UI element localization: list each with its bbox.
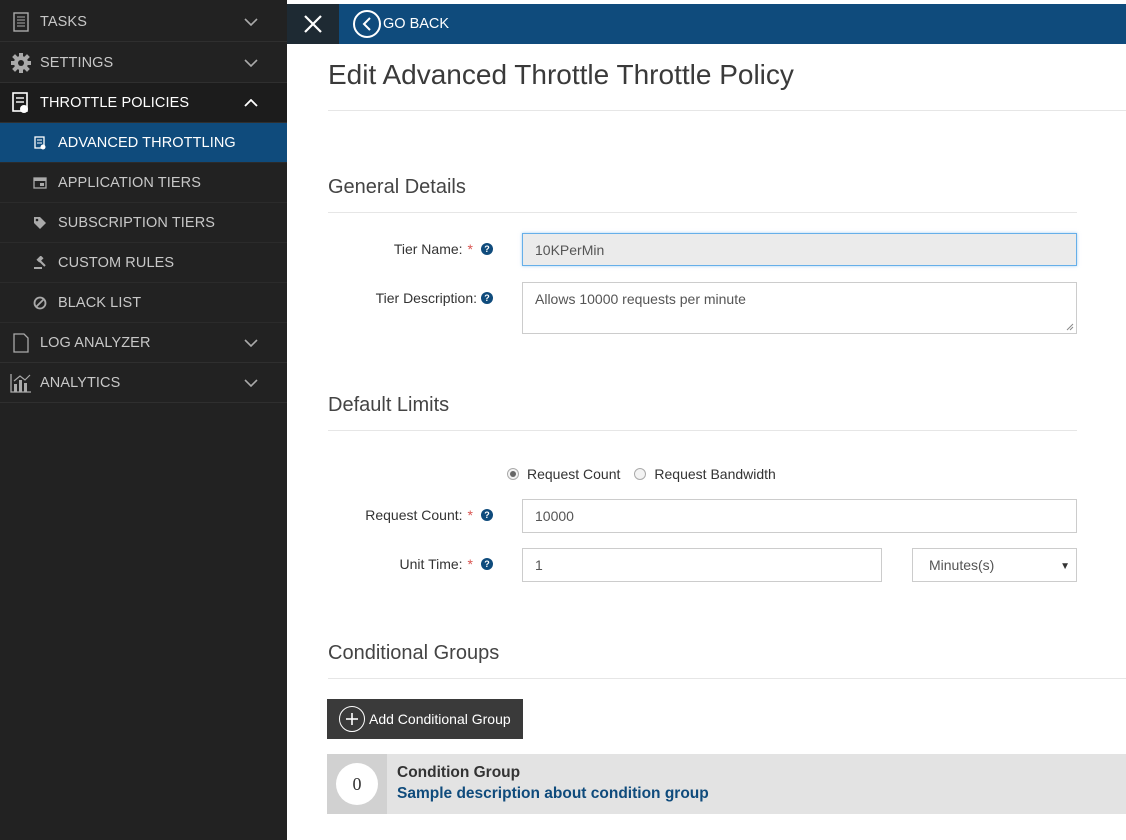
tier-name-label: Tier Name: *? — [394, 241, 493, 257]
document-icon — [10, 11, 32, 33]
unit-time-field[interactable]: 1 — [522, 548, 882, 582]
sidebar-item-tasks[interactable]: TASKS — [0, 2, 287, 42]
condition-group-title: Condition Group — [397, 764, 521, 781]
chevron-down-icon — [241, 53, 261, 73]
sidebar-subitem-custom-rules[interactable]: CUSTOM RULES — [0, 243, 287, 283]
go-back-label: GO BACK — [383, 16, 450, 32]
chevron-down-icon — [241, 333, 261, 353]
chevron-left-icon — [353, 10, 381, 38]
sidebar-subitem-advanced-throttling[interactable]: ADVANCED THROTTLING — [0, 123, 287, 163]
sidebar-subitem-subscription-tiers[interactable]: SUBSCRIPTION TIERS — [0, 203, 287, 243]
help-icon[interactable]: ? — [481, 509, 493, 521]
sidebar-subitem-label: BLACK LIST — [58, 294, 142, 311]
sidebar-subitem-label: SUBSCRIPTION TIERS — [58, 214, 216, 231]
sidebar-item-label: SETTINGS — [40, 54, 114, 71]
tier-description-field[interactable]: Allows 10000 requests per minute — [522, 282, 1077, 334]
window-icon — [32, 175, 48, 191]
tier-description-label: Tier Description:? — [376, 290, 493, 306]
sidebar-item-label: LOG ANALYZER — [40, 334, 151, 351]
condition-group-number: 0 — [336, 763, 378, 805]
section-title-conditional: Conditional Groups — [328, 642, 500, 664]
top-bar: GO BACK — [287, 4, 1126, 44]
help-icon[interactable]: ? — [481, 558, 493, 570]
plus-circle-icon — [339, 706, 365, 732]
radio-request-bandwidth[interactable] — [634, 468, 647, 480]
limit-type-radio-group: Request Count Request Bandwidth — [507, 466, 776, 482]
add-conditional-group-label: Add Conditional Group — [369, 711, 511, 727]
sidebar-subitem-application-tiers[interactable]: APPLICATION TIERS — [0, 163, 287, 203]
help-icon[interactable]: ? — [481, 292, 493, 304]
throttle-doc-icon — [32, 135, 48, 151]
chevron-down-icon — [241, 12, 261, 32]
sidebar-subitem-label: CUSTOM RULES — [58, 254, 175, 271]
page-title: Edit Advanced Throttle Throttle Policy — [328, 59, 794, 90]
resize-handle-icon[interactable] — [1066, 323, 1074, 331]
sidebar-item-label: THROTTLE POLICIES — [40, 94, 190, 111]
unit-time-select[interactable]: Minutes(s) ▼ — [912, 548, 1077, 582]
gear-icon — [10, 52, 32, 74]
sidebar-item-label: ANALYTICS — [40, 374, 121, 391]
sidebar-item-log-analyzer[interactable]: LOG ANALYZER — [0, 323, 287, 363]
chevron-down-icon — [241, 373, 261, 393]
radio-request-bandwidth-label: Request Bandwidth — [654, 466, 776, 482]
chart-icon — [10, 372, 32, 394]
caret-down-icon: ▼ — [1060, 561, 1070, 572]
divider — [328, 212, 1077, 213]
condition-group-description[interactable]: Sample description about condition group — [397, 785, 709, 803]
request-count-field[interactable]: 10000 — [522, 499, 1077, 533]
required-marker: * — [467, 241, 473, 257]
required-marker: * — [467, 507, 473, 523]
sidebar: TASKS SETTINGS THROTTLE POLICIES ADVANCE… — [0, 0, 287, 840]
file-icon — [10, 332, 32, 354]
radio-request-count[interactable] — [507, 468, 519, 480]
section-title-general: General Details — [328, 176, 466, 198]
close-icon — [304, 15, 322, 33]
sidebar-subitem-label: APPLICATION TIERS — [58, 174, 201, 191]
condition-group-number-box: 0 — [327, 754, 387, 814]
ban-icon — [32, 295, 48, 311]
tier-name-field[interactable]: 10KPerMin — [522, 233, 1077, 266]
condition-group-row[interactable]: 0 Condition Group Sample description abo… — [327, 754, 1126, 814]
chevron-up-icon — [241, 93, 261, 113]
radio-request-count-label: Request Count — [527, 466, 621, 482]
request-count-label: Request Count: *? — [365, 507, 493, 523]
go-back-button[interactable]: GO BACK — [353, 10, 449, 38]
divider — [328, 430, 1077, 431]
sidebar-item-analytics[interactable]: ANALYTICS — [0, 363, 287, 403]
unit-time-label: Unit Time: *? — [400, 556, 493, 572]
sidebar-subitem-label: ADVANCED THROTTLING — [58, 134, 236, 151]
gavel-icon — [32, 255, 48, 271]
divider — [328, 678, 1126, 679]
close-button[interactable] — [287, 4, 339, 44]
sidebar-item-settings[interactable]: SETTINGS — [0, 43, 287, 83]
add-conditional-group-button[interactable]: Add Conditional Group — [327, 699, 523, 739]
sidebar-subitem-black-list[interactable]: BLACK LIST — [0, 283, 287, 323]
sidebar-item-label: TASKS — [40, 13, 87, 30]
divider — [328, 110, 1126, 111]
main-content: Edit Advanced Throttle Throttle Policy G… — [287, 44, 1126, 840]
help-icon[interactable]: ? — [481, 243, 493, 255]
throttle-icon — [10, 91, 32, 114]
section-title-limits: Default Limits — [328, 394, 450, 416]
required-marker: * — [467, 556, 473, 572]
tag-icon — [32, 215, 48, 231]
sidebar-item-throttle-policies[interactable]: THROTTLE POLICIES — [0, 83, 287, 123]
